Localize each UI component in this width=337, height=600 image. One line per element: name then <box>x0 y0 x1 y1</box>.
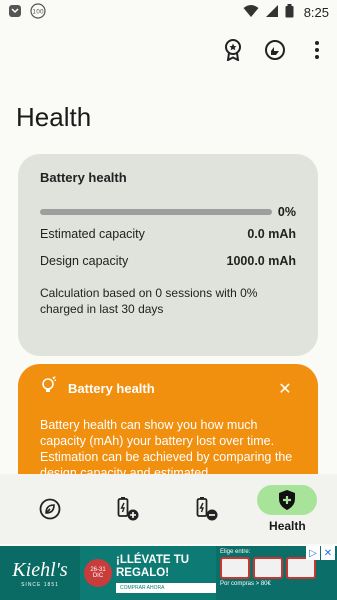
nav-label-health: Health <box>269 519 306 533</box>
card-title: Battery health <box>40 170 127 185</box>
ad-date-badge: 26-31 DIC <box>84 559 112 587</box>
ad-product-image <box>220 557 250 579</box>
ad-choices[interactable]: ▷ ✕ <box>306 546 335 560</box>
estimated-capacity-label: Estimated capacity <box>40 227 145 241</box>
health-progress-bar <box>40 209 272 215</box>
design-capacity-label: Design capacity <box>40 254 129 268</box>
clock: 8:25 <box>303 4 329 20</box>
premium-badge-icon[interactable] <box>221 38 245 62</box>
leaf-icon <box>20 494 80 524</box>
battery-status-icon <box>285 3 294 21</box>
nav-item-discharging[interactable] <box>173 494 243 524</box>
ad-brand: Kiehl's <box>12 558 68 581</box>
shield-plus-icon <box>257 485 318 515</box>
battery-health-card: Battery health 0% Estimated capacity 0.0… <box>18 154 318 356</box>
tip-title: Battery health <box>68 381 155 396</box>
design-capacity-row: Design capacity 1000.0 mAh <box>40 254 296 269</box>
ad-banner[interactable]: Kiehl's SINCE 1851 26-31 DIC ¡LLÉVATE TU… <box>0 546 337 600</box>
estimated-capacity-row: Estimated capacity 0.0 mAh <box>40 227 296 242</box>
ad-right-bottom: Por compras > 80€ <box>220 581 271 587</box>
health-percent: 0% <box>277 205 296 219</box>
health-progress-row: 0% <box>40 205 296 219</box>
battery-discharge-icon <box>178 494 238 524</box>
svg-text:100: 100 <box>32 8 44 15</box>
status-bar: 100 8:25 <box>0 0 337 24</box>
ad-date-bottom: DIC <box>92 573 104 579</box>
nav-item-health[interactable]: Health <box>252 485 322 533</box>
battery-charge-icon <box>99 494 159 524</box>
nav-item-saver[interactable] <box>15 494 85 524</box>
tip-body: Battery health can show you how much cap… <box>40 418 293 474</box>
tips-icon[interactable] <box>263 38 287 62</box>
app-bar-actions <box>221 38 329 62</box>
ad-since: SINCE 1851 <box>21 581 59 588</box>
ad-close-icon[interactable]: ✕ <box>321 546 335 560</box>
wifi-icon <box>243 4 259 21</box>
notification-app-icon <box>8 4 22 21</box>
ad-logo: Kiehl's SINCE 1851 <box>0 546 80 600</box>
calculation-note: Calculation based on 0 sessions with 0% … <box>40 286 258 316</box>
battery-health-tip-card: Battery health ✕ Battery health can show… <box>18 364 318 474</box>
nav-item-charging[interactable] <box>94 494 164 524</box>
close-icon[interactable]: ✕ <box>274 378 296 400</box>
signal-icon <box>265 4 279 21</box>
ad-product-image <box>253 557 283 579</box>
bottom-navigation: Health <box>0 474 337 544</box>
more-options-icon[interactable] <box>305 38 329 62</box>
ad-cta-button[interactable]: COMPRAR AHORA <box>116 582 216 593</box>
ad-product-image <box>286 557 316 579</box>
page-title: Health <box>16 102 92 132</box>
badge-icon: 100 <box>30 2 46 22</box>
lightbulb-icon <box>40 376 58 401</box>
estimated-capacity-value: 0.0 mAh <box>247 227 296 241</box>
ad-info-icon[interactable]: ▷ <box>306 546 320 560</box>
design-capacity-value: 1000.0 mAh <box>226 254 296 268</box>
ad-headline: ¡LLÉVATE TU REGALO! <box>116 553 190 579</box>
